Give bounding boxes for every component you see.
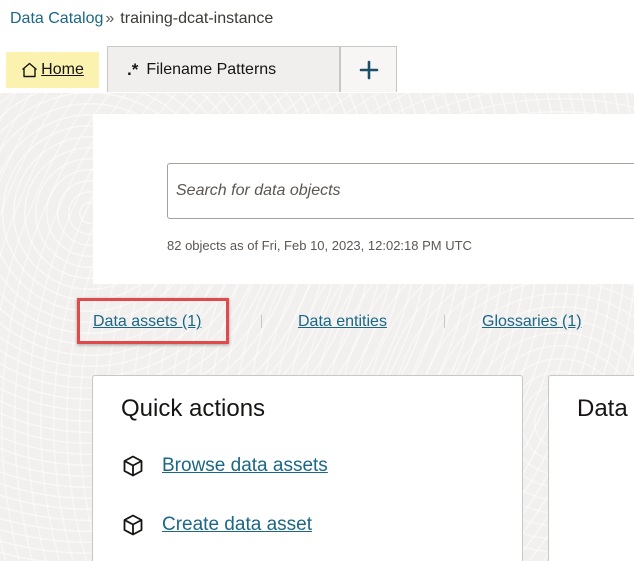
- browse-data-assets-link[interactable]: Browse data assets: [162, 455, 328, 477]
- breadcrumb-current-instance: training-dcat-instance: [120, 10, 274, 27]
- glossaries-link[interactable]: Glossaries (1): [482, 313, 582, 331]
- data-card: Data: [548, 375, 634, 561]
- create-data-asset-link[interactable]: Create data asset: [162, 514, 312, 536]
- regex-pattern-icon: .*: [127, 59, 139, 79]
- tab-home-highlight[interactable]: Home: [6, 52, 99, 88]
- quick-actions-title: Quick actions: [121, 395, 266, 422]
- quick-actions-card: Quick actions Browse data assets Create …: [92, 375, 523, 561]
- data-entities-link[interactable]: Data entities: [298, 313, 387, 331]
- object-count-status: 82 objects as of Fri, Feb 10, 2023, 12:0…: [167, 238, 472, 253]
- summary-divider: [261, 315, 262, 328]
- breadcrumb-data-catalog-link[interactable]: Data Catalog: [10, 10, 103, 27]
- tab-filename-patterns-label: Filename Patterns: [146, 60, 277, 78]
- browse-data-assets-action[interactable]: Browse data assets: [121, 454, 328, 478]
- breadcrumb-separator: »: [105, 10, 115, 27]
- home-content: 82 objects as of Fri, Feb 10, 2023, 12:0…: [0, 93, 634, 561]
- tab-filename-patterns[interactable]: .* Filename Patterns: [107, 46, 340, 92]
- breadcrumb: Data Catalog» training-dcat-instance: [10, 10, 273, 28]
- tab-home-label: Home: [41, 61, 84, 78]
- create-data-asset-action[interactable]: Create data asset: [121, 513, 312, 537]
- tab-strip: Home .* Filename Patterns: [0, 46, 634, 94]
- search-input[interactable]: [167, 163, 634, 219]
- search-panel: 82 objects as of Fri, Feb 10, 2023, 12:0…: [93, 114, 634, 284]
- data-card-title: Data: [577, 395, 628, 422]
- add-tab-button[interactable]: [340, 46, 397, 92]
- cube-icon: [123, 514, 143, 536]
- cube-icon: [123, 455, 143, 477]
- tab-home[interactable]: Home: [0, 46, 107, 92]
- home-icon: [22, 62, 38, 78]
- summary-divider: [444, 315, 445, 328]
- data-assets-link[interactable]: Data assets (1): [93, 313, 201, 331]
- plus-icon: [359, 60, 378, 79]
